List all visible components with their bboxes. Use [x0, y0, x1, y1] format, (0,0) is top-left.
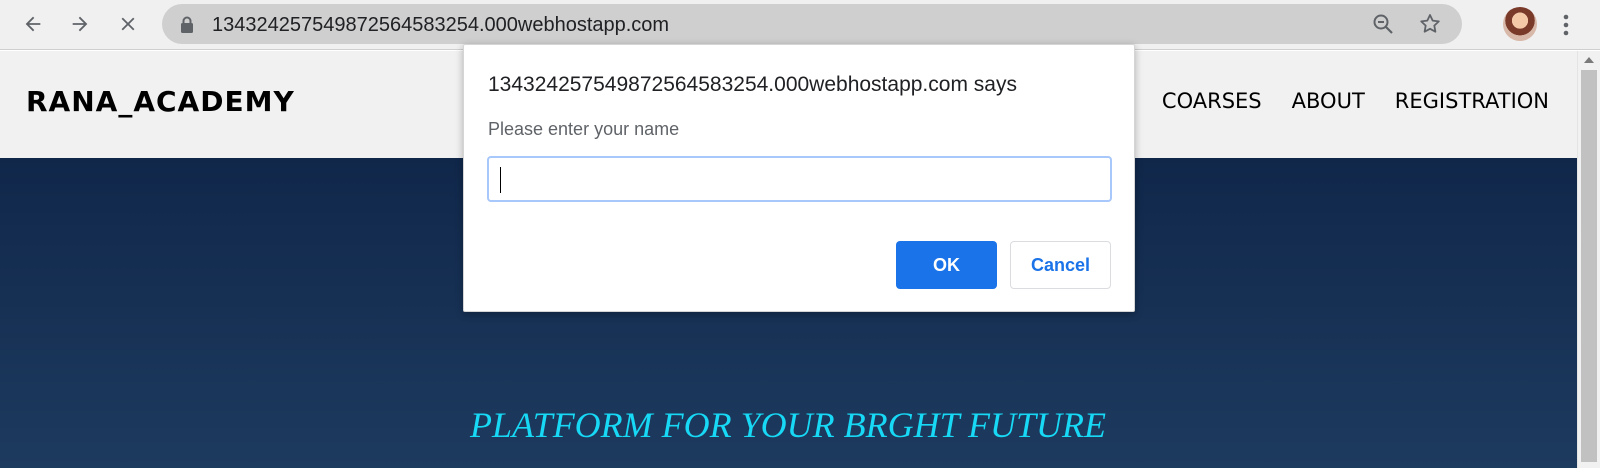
ok-button[interactable]: OK — [896, 241, 997, 289]
name-input[interactable] — [487, 156, 1112, 202]
star-icon[interactable] — [1418, 12, 1442, 36]
stop-loading-button[interactable] — [111, 7, 145, 41]
arrow-right-icon — [72, 16, 88, 32]
prompt-dialog: 134324257549872564583254.000webhostapp.c… — [463, 44, 1135, 312]
nav-link-courses[interactable]: COARSES — [1162, 89, 1262, 113]
scroll-thumb[interactable] — [1581, 70, 1597, 462]
scroll-up-arrow-icon[interactable] — [1584, 57, 1594, 63]
browser-toolbar: 134324257549872564583254.000webhostapp.c… — [0, 0, 1600, 50]
nav-link-registration[interactable]: REGISTRATION — [1395, 89, 1549, 113]
avatar[interactable] — [1503, 7, 1537, 41]
forward-button[interactable] — [63, 7, 97, 41]
dialog-message: Please enter your name — [488, 119, 680, 139]
text-caret — [500, 167, 501, 193]
address-bar[interactable]: 134324257549872564583254.000webhostapp.c… — [162, 4, 1462, 44]
arrow-left-icon — [25, 16, 41, 32]
back-button[interactable] — [16, 7, 50, 41]
zoom-out-icon[interactable] — [1371, 12, 1395, 36]
page-scrollbar[interactable] — [1577, 51, 1600, 468]
dialog-title: 134324257549872564583254.000webhostapp.c… — [488, 73, 1017, 96]
lock-icon — [181, 16, 193, 33]
close-icon — [121, 17, 135, 31]
cancel-button[interactable]: Cancel — [1010, 241, 1111, 289]
hero-tagline: PLATFORM FOR YOUR BRGHT FUTURE — [470, 405, 1106, 445]
more-vertical-icon[interactable] — [1556, 8, 1576, 42]
site-logo[interactable]: RANA_ACADEMY — [26, 85, 295, 118]
nav-link-about[interactable]: ABOUT — [1292, 89, 1365, 113]
site-nav: COARSES ABOUT REGISTRATION — [1162, 89, 1549, 113]
url-text[interactable]: 134324257549872564583254.000webhostapp.c… — [212, 14, 669, 37]
